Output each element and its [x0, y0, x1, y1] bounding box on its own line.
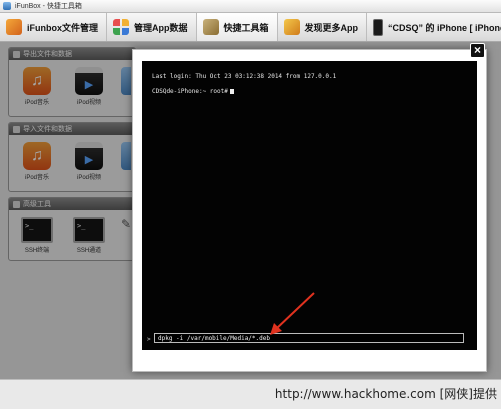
ifunbox-icon: [6, 19, 22, 35]
apps-icon: [113, 19, 129, 35]
window-title: iFunBox - 快捷工具箱: [15, 3, 82, 10]
tab-device[interactable]: “CDSQ” 的 iPhone [ iPhone ]: [367, 13, 501, 41]
watermark: http://www.hackhome.com [网侠]提供: [274, 387, 497, 401]
tab-manage-app-data[interactable]: 管理App数据: [107, 13, 197, 41]
discover-icon: [283, 19, 300, 35]
shell-prompt: CDSQde-iPhone:~ root#: [152, 88, 228, 95]
tab-label: “CDSQ” 的 iPhone [ iPhone ]: [388, 22, 501, 33]
tab-label: 快捷工具箱: [223, 22, 269, 33]
tab-label: iFunbox文件管理: [27, 22, 98, 33]
iphone-icon: [373, 18, 384, 36]
toolbox-icon: [202, 19, 219, 35]
shell-prompt-line: CDSQde-iPhone:~ root#: [152, 88, 234, 95]
tab-label: 管理App数据: [134, 22, 188, 33]
terminal-screen[interactable]: Last login: Thu Oct 23 03:12:38 2014 fro…: [142, 61, 477, 350]
tab-label: 发现更多App: [304, 22, 359, 33]
tab-quick-toolbox[interactable]: 快捷工具箱: [196, 13, 278, 41]
cursor-icon: [229, 89, 234, 94]
window-titlebar: iFunBox - 快捷工具箱: [0, 0, 501, 13]
tab-bar: iFunbox文件管理 管理App数据 快捷工具箱 发现更多App “CDSQ”…: [0, 13, 501, 42]
last-login-line: Last login: Thu Oct 23 03:12:38 2014 fro…: [152, 73, 337, 80]
tab-discover-apps[interactable]: 发现更多App: [278, 13, 368, 41]
arrow-annotation-icon: [270, 292, 315, 335]
tab-ifunbox-file-manager[interactable]: iFunbox文件管理: [0, 13, 107, 41]
app-icon: [3, 2, 11, 10]
input-prompt: >: [147, 336, 151, 343]
close-icon[interactable]: ×: [470, 43, 485, 58]
